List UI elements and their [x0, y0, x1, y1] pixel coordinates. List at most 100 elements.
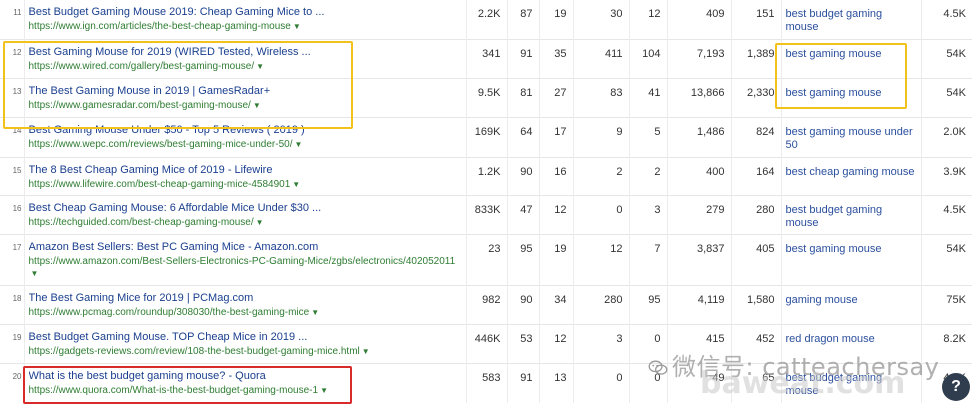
result-title-link[interactable]: What is the best budget gaming mouse? - …: [29, 370, 460, 383]
table-row: 16 Best Cheap Gaming Mouse: 6 Affordable …: [0, 194, 972, 234]
page-cell: Best Gaming Mouse Under $50 - Top 5 Revi…: [24, 116, 467, 157]
metric-cell: 341: [466, 38, 508, 78]
keyword-cell: best budget gaming mouse: [781, 0, 922, 39]
metric-cell: 2,330: [731, 77, 782, 117]
metric-cell: 13: [539, 362, 574, 403]
result-url-link[interactable]: https://www.wepc.com/reviews/best-gaming…: [29, 139, 460, 151]
top-keyword-link[interactable]: best gaming mouse: [786, 48, 917, 61]
result-url-text: https://www.wired.com/gallery/best-gamin…: [28, 60, 255, 72]
page-cell: Best Gaming Mouse for 2019 (WIRED Tested…: [24, 38, 467, 78]
result-url-text: https://www.gamesradar.com/best-gaming-m…: [28, 99, 251, 111]
keyword-cell: best gaming mouse under 50: [781, 116, 922, 157]
top-keyword-link[interactable]: best budget gaming mouse: [786, 204, 917, 230]
metric-cell: 279: [667, 194, 732, 234]
top-keyword-link[interactable]: best cheap gaming mouse: [786, 166, 917, 179]
rank-number: 19: [12, 332, 22, 342]
result-url-link[interactable]: https://www.wired.com/gallery/best-gamin…: [29, 61, 460, 73]
chevron-down-icon[interactable]: ▼: [311, 308, 319, 317]
result-title-link[interactable]: Best Budget Gaming Mouse 2019: Cheap Gam…: [29, 6, 460, 19]
metric-cell: 12: [539, 194, 574, 234]
chevron-down-icon[interactable]: ▼: [256, 62, 264, 71]
metric-cell: 151: [731, 0, 782, 39]
rank-number: 20: [12, 371, 22, 381]
rank-number: 15: [12, 165, 22, 175]
top-keyword-link[interactable]: best gaming mouse: [786, 87, 917, 100]
result-title-link[interactable]: The Best Gaming Mice for 2019 | PCMag.co…: [29, 292, 460, 305]
chevron-down-icon[interactable]: ▼: [256, 218, 264, 227]
page-cell: Amazon Best Sellers: Best PC Gaming Mice…: [24, 233, 467, 285]
result-title-link[interactable]: The Best Gaming Mouse in 2019 | GamesRad…: [29, 85, 460, 98]
metric-cell: 90: [507, 284, 540, 324]
metric-cell: 64: [507, 116, 540, 157]
top-keyword-link[interactable]: best gaming mouse: [786, 243, 917, 256]
chevron-down-icon[interactable]: ▼: [320, 386, 328, 395]
result-url-link[interactable]: https://www.amazon.com/Best-Sellers-Elec…: [29, 256, 460, 280]
result-title-link[interactable]: Best Gaming Mouse Under $50 - Top 5 Revi…: [29, 124, 460, 137]
result-url-link[interactable]: https://www.pcmag.com/roundup/308030/the…: [29, 307, 460, 319]
metric-cell: 5: [629, 116, 668, 157]
top-keyword-link[interactable]: best gaming mouse under 50: [786, 126, 917, 152]
metric-cell: 982: [466, 284, 508, 324]
result-url-link[interactable]: https://www.gamesradar.com/best-gaming-m…: [29, 100, 460, 112]
metric-cell: 53: [507, 323, 540, 363]
chevron-down-icon[interactable]: ▼: [253, 101, 261, 110]
result-title-link[interactable]: Amazon Best Sellers: Best PC Gaming Mice…: [29, 241, 460, 254]
metric-cell: 1,580: [731, 284, 782, 324]
metric-cell: 405: [731, 233, 782, 285]
result-title-link[interactable]: Best Budget Gaming Mouse. TOP Cheap Mice…: [29, 331, 460, 344]
result-url-link[interactable]: https://www.quora.com/What-is-the-best-b…: [29, 385, 460, 397]
metric-cell: 83: [573, 77, 630, 117]
result-url-link[interactable]: https://gadgets-reviews.com/review/108-t…: [29, 346, 460, 358]
rank-number: 14: [12, 125, 22, 135]
metric-cell: 19: [539, 0, 574, 39]
metric-cell: 47: [507, 194, 540, 234]
metric-cell: 824: [731, 116, 782, 157]
metric-cell: 34: [539, 284, 574, 324]
result-title-link[interactable]: Best Gaming Mouse for 2019 (WIRED Tested…: [29, 46, 460, 59]
serp-results-table: 11 Best Budget Gaming Mouse 2019: Cheap G…: [0, 0, 972, 403]
result-url-link[interactable]: https://techguided.com/best-cheap-gaming…: [29, 217, 460, 229]
keyword-cell: best gaming mouse: [781, 233, 922, 285]
metric-cell: 87: [507, 0, 540, 39]
metric-cell: 2: [629, 156, 668, 195]
metric-cell: 0: [573, 194, 630, 234]
chevron-down-icon[interactable]: ▼: [293, 22, 301, 31]
top-keyword-link[interactable]: red dragon mouse: [786, 333, 917, 346]
chevron-down-icon[interactable]: ▼: [31, 269, 39, 278]
rank-number: 17: [12, 242, 22, 252]
rank-cell: 14: [0, 116, 25, 157]
result-url-link[interactable]: https://www.lifewire.com/best-cheap-gami…: [29, 179, 460, 191]
page-cell: Best Budget Gaming Mouse. TOP Cheap Mice…: [24, 323, 467, 363]
metric-cell: 400: [667, 156, 732, 195]
help-button[interactable]: ?: [942, 373, 970, 401]
metric-cell: 7,193: [667, 38, 732, 78]
metric-cell: 9: [573, 116, 630, 157]
chevron-down-icon[interactable]: ▼: [292, 180, 300, 189]
metric-cell: 95: [629, 284, 668, 324]
page-cell: The 8 Best Cheap Gaming Mice of 2019 - L…: [24, 156, 467, 195]
metric-cell: 27: [539, 77, 574, 117]
metric-cell: 91: [507, 362, 540, 403]
result-title-link[interactable]: Best Cheap Gaming Mouse: 6 Affordable Mi…: [29, 202, 460, 215]
metric-cell: 35: [539, 38, 574, 78]
metric-cell: 81: [507, 77, 540, 117]
metric-cell: 2.2K: [466, 0, 508, 39]
chevron-down-icon[interactable]: ▼: [362, 347, 370, 356]
result-url-link[interactable]: https://www.ign.com/articles/the-best-ch…: [29, 21, 460, 33]
volume-cell: 4.5K: [943, 8, 966, 20]
top-keyword-link[interactable]: gaming mouse: [786, 294, 917, 307]
page-cell: The Best Gaming Mice for 2019 | PCMag.co…: [24, 284, 467, 324]
metric-cell: 19: [539, 233, 574, 285]
table-row: 17 Amazon Best Sellers: Best PC Gaming Mi…: [0, 233, 972, 285]
rank-cell: 12: [0, 38, 25, 78]
chevron-down-icon[interactable]: ▼: [294, 140, 302, 149]
rank-cell: 11: [0, 0, 25, 39]
volume-cell: 54K: [921, 233, 972, 285]
rank-cell: 18: [0, 284, 25, 324]
page-cell: Best Cheap Gaming Mouse: 6 Affordable Mi…: [24, 194, 467, 234]
rank-cell: 20: [0, 362, 25, 403]
top-keyword-link[interactable]: best budget gaming mouse: [786, 8, 917, 34]
rank-number: 13: [12, 86, 22, 96]
result-title-link[interactable]: The 8 Best Cheap Gaming Mice of 2019 - L…: [29, 164, 460, 177]
rank-number: 16: [12, 203, 22, 213]
